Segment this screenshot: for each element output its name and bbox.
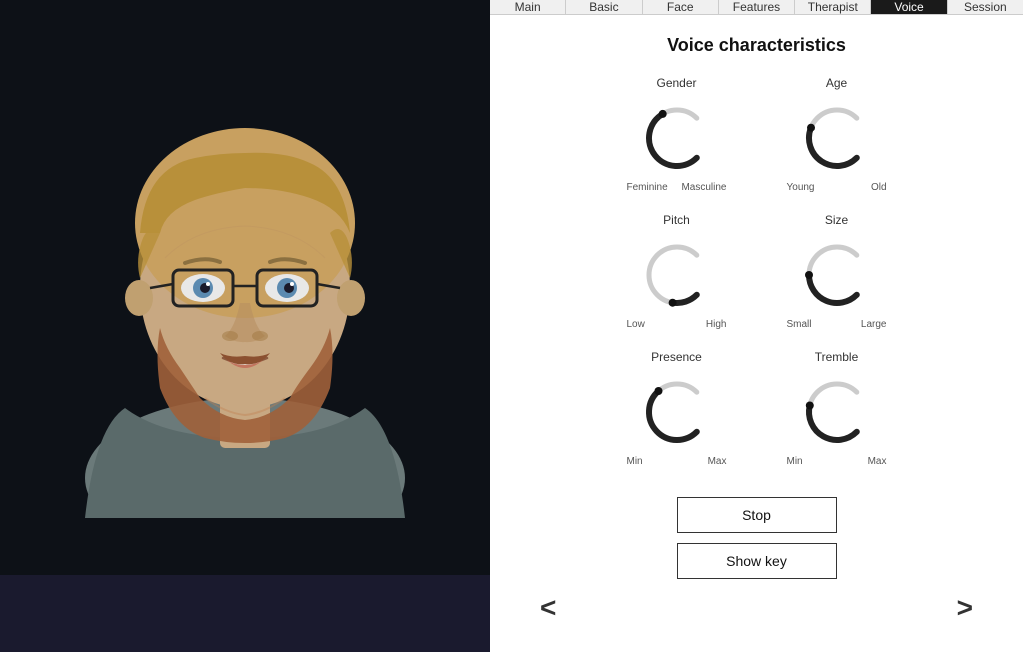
stop-button[interactable]: Stop (677, 497, 837, 533)
knob-label-presence: Presence (651, 350, 702, 364)
nav-row: < > (520, 594, 993, 622)
avatar-container (55, 38, 435, 538)
tab-therapist[interactable]: Therapist (795, 0, 871, 14)
knob-label-pitch: Pitch (663, 213, 690, 227)
knob-group-age: Age Young Old (787, 76, 887, 193)
tab-face[interactable]: Face (643, 0, 719, 14)
knob-svg-tremble[interactable] (797, 372, 877, 452)
knobs-grid: Gender Feminine Masculine Age Young Old Pitch L… (627, 76, 887, 467)
knob-label-tremble: Tremble (815, 350, 859, 364)
right-panel: MainBasicFaceFeaturesTherapistVoiceSessi… (490, 0, 1023, 575)
knob-sublabel-right-age: Old (871, 182, 887, 193)
knob-group-tremble: Tremble Min Max (787, 350, 887, 467)
knob-sublabel-left-size: Small (787, 319, 812, 330)
avatar-svg (65, 58, 425, 518)
knob-sublabel-right-tremble: Max (868, 456, 887, 467)
forward-button[interactable]: > (957, 594, 973, 622)
page-title: Voice characteristics (667, 35, 846, 56)
knob-group-gender: Gender Feminine Masculine (627, 76, 727, 193)
content-area: Voice characteristics Gender Feminine Masc… (490, 15, 1023, 652)
knob-sublabel-right-size: Large (861, 319, 887, 330)
knob-sublabel-left-age: Young (787, 182, 815, 193)
tab-main[interactable]: Main (490, 0, 566, 14)
show-key-button[interactable]: Show key (677, 543, 837, 579)
knob-sublabel-right-presence: Max (708, 456, 727, 467)
knob-sublabel-right-pitch: High (706, 319, 727, 330)
knob-svg-presence[interactable] (637, 372, 717, 452)
knob-sublabel-left-tremble: Min (787, 456, 803, 467)
knob-svg-gender[interactable] (637, 98, 717, 178)
back-button[interactable]: < (540, 594, 556, 622)
knob-sublabel-left-presence: Min (627, 456, 643, 467)
tab-session[interactable]: Session (948, 0, 1023, 14)
knob-sublabel-left-gender: Feminine (627, 182, 668, 193)
knob-sublabel-left-pitch: Low (627, 319, 645, 330)
knob-group-pitch: Pitch Low High (627, 213, 727, 330)
tab-features[interactable]: Features (719, 0, 795, 14)
knob-svg-pitch[interactable] (637, 235, 717, 315)
avatar-panel (0, 0, 490, 575)
tab-voice[interactable]: Voice (871, 0, 947, 14)
knob-group-size: Size Small Large (787, 213, 887, 330)
knob-svg-age[interactable] (797, 98, 877, 178)
knob-label-age: Age (826, 76, 847, 90)
bottom-controls: Stop Show key < > (510, 487, 1003, 632)
knob-group-presence: Presence Min Max (627, 350, 727, 467)
knob-sublabel-right-gender: Masculine (681, 182, 726, 193)
knob-svg-size[interactable] (797, 235, 877, 315)
tab-basic[interactable]: Basic (566, 0, 642, 14)
tab-bar: MainBasicFaceFeaturesTherapistVoiceSessi… (490, 0, 1023, 15)
knob-label-size: Size (825, 213, 848, 227)
knob-label-gender: Gender (656, 76, 696, 90)
